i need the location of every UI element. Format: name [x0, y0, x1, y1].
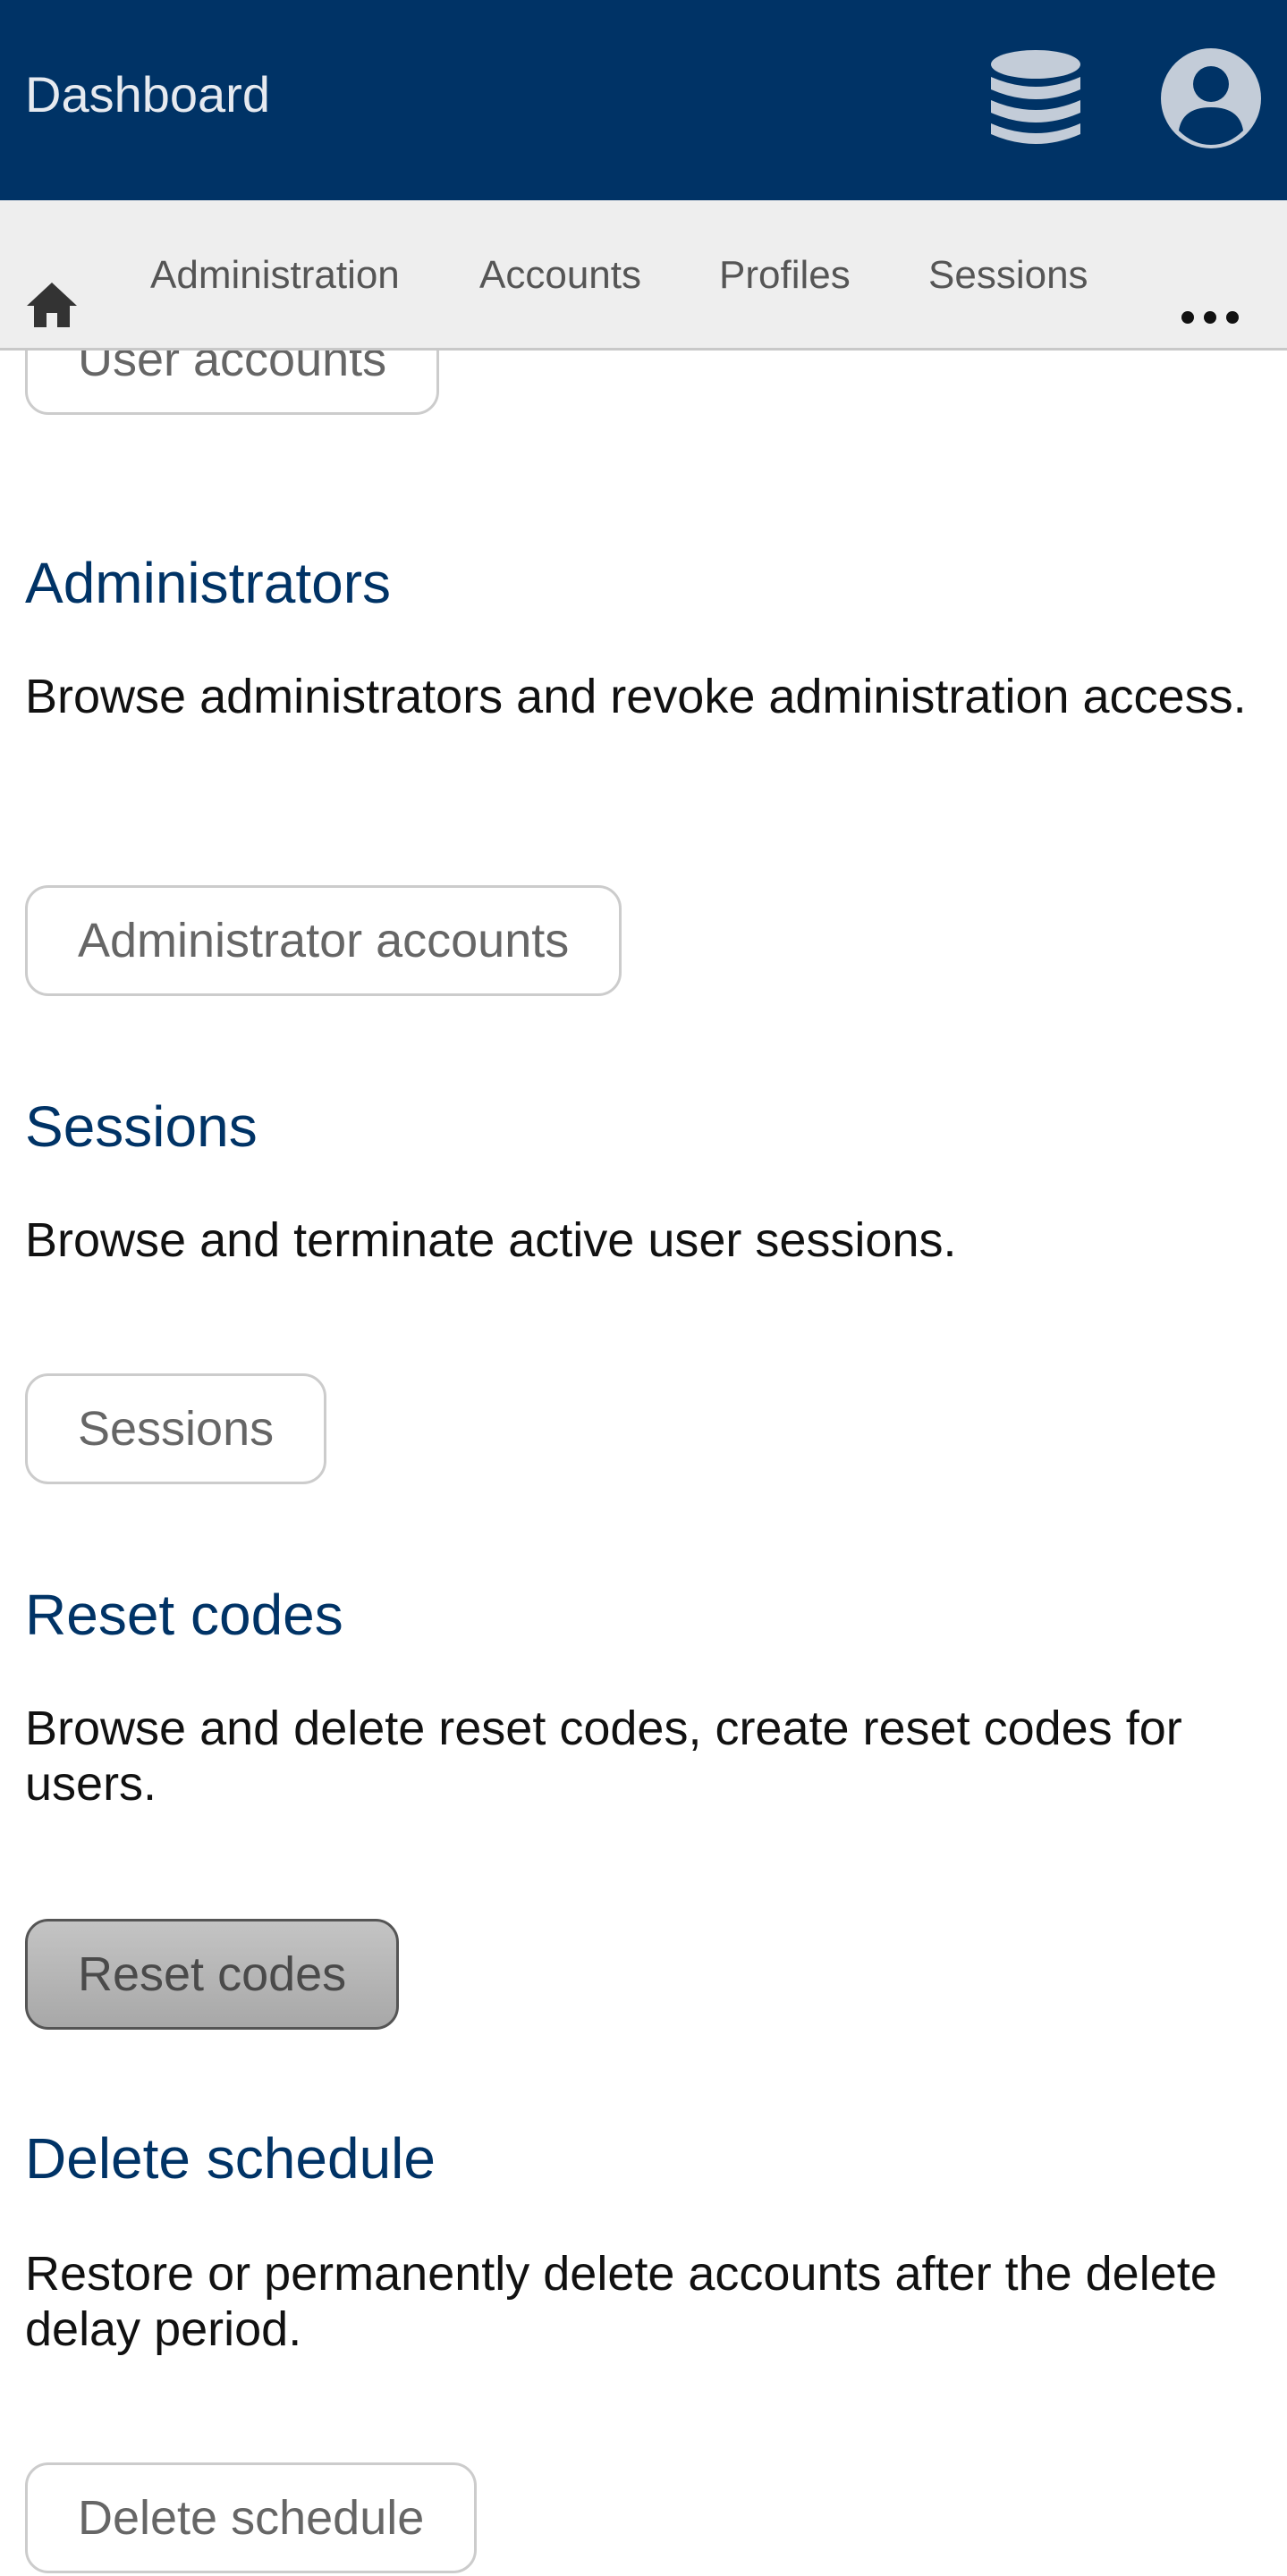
administrator-accounts-button[interactable]: Administrator accounts	[25, 885, 622, 996]
delete-schedule-description: Restore or permanently delete accounts a…	[25, 2247, 1217, 2356]
delete-schedule-heading: Delete schedule	[25, 2126, 436, 2191]
user-accounts-button[interactable]: User accounts	[25, 351, 440, 415]
reset-codes-button[interactable]: Reset codes	[25, 1919, 400, 2030]
app-header: Dashboard	[0, 0, 1287, 200]
nav-item-accounts[interactable]: Accounts	[479, 200, 641, 351]
more-icon[interactable]	[1179, 252, 1241, 324]
administrators-description: Browse administrators and revoke adminis…	[25, 670, 1247, 723]
dashboard-title-link[interactable]: Dashboard	[25, 63, 270, 127]
admin-dashboard-content: User accounts Administrators Browse admi…	[0, 351, 1287, 2576]
reset-codes-description: Browse and delete reset codes, create re…	[25, 1702, 1182, 1811]
delete-schedule-button[interactable]: Delete schedule	[25, 2462, 478, 2573]
top-navigation: Administration Accounts Profiles Session…	[0, 200, 1287, 351]
nav-item-administration[interactable]: Administration	[150, 200, 400, 351]
sessions-button[interactable]: Sessions	[25, 1373, 327, 1484]
nav-item-sessions[interactable]: Sessions	[928, 200, 1088, 351]
nav-item-profiles[interactable]: Profiles	[719, 200, 851, 351]
home-icon[interactable]	[25, 243, 79, 327]
administrators-heading: Administrators	[25, 551, 391, 615]
sessions-heading: Sessions	[25, 1094, 258, 1159]
user-circle-icon[interactable]	[1157, 45, 1265, 152]
sessions-description: Browse and terminate active user session…	[25, 1213, 957, 1267]
reset-codes-heading: Reset codes	[25, 1583, 343, 1647]
database-icon[interactable]	[982, 45, 1089, 152]
